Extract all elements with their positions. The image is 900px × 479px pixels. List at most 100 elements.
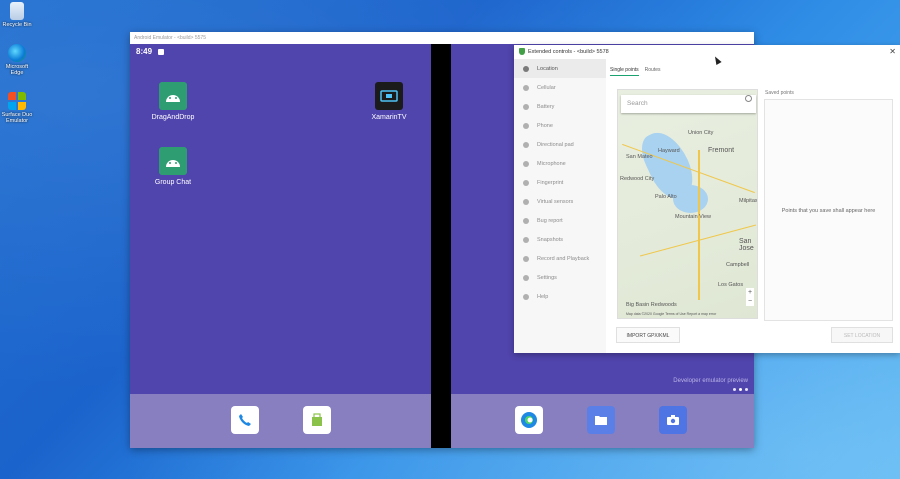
sidebar-item-label: Virtual sensors	[537, 198, 574, 205]
sidebar-item-label: Battery	[537, 103, 555, 110]
sidebar-item-directional-pad[interactable]: Directional pad	[514, 135, 606, 154]
sidebar-item-bug-report[interactable]: Bug report	[514, 211, 606, 230]
zoom-out-button[interactable]: −	[746, 297, 754, 306]
sidebar-item-virtual-sensors[interactable]: Virtual sensors	[514, 192, 606, 211]
cellular-icon	[523, 84, 529, 91]
saved-points-label: Saved points	[765, 90, 794, 96]
sidebar-item-label: Cellular	[537, 84, 556, 91]
windows-logo-icon	[8, 92, 26, 110]
phone-icon	[523, 122, 529, 129]
sidebar-item-snapshots[interactable]: Snapshots	[514, 230, 606, 249]
map-town: Redwood City	[620, 176, 655, 182]
store-icon[interactable]	[303, 406, 331, 434]
tab-single-points[interactable]: Single points	[610, 67, 639, 76]
sidebar-item-fingerprint[interactable]: Fingerprint	[514, 173, 606, 192]
edge-icon[interactable]	[515, 406, 543, 434]
sidebar-item-record-playback[interactable]: Record and Playback	[514, 249, 606, 268]
app-xamarintv[interactable]: XamarinTV	[359, 82, 419, 121]
left-dock	[130, 394, 431, 448]
status-time: 8:49	[136, 47, 153, 56]
map-town: Union City	[688, 130, 714, 136]
sidebar-item-settings[interactable]: Settings	[514, 268, 606, 287]
map[interactable]: Union City Fremont San Mateo Hayward Red…	[617, 89, 758, 319]
sidebar-item-label: Record and Playback	[537, 255, 590, 262]
bay-water	[673, 185, 708, 213]
map-town: Hayward	[658, 148, 680, 154]
app-label: XamarinTV	[371, 114, 407, 121]
close-icon[interactable]: ✕	[889, 47, 896, 56]
saved-points-list[interactable]: Points that you save shall appear here	[764, 99, 893, 321]
dpad-icon	[523, 141, 529, 148]
battery-icon	[523, 103, 529, 110]
location-tabs: Single points Routes	[610, 67, 660, 76]
sensors-icon	[523, 198, 529, 205]
sidebar-item-phone[interactable]: Phone	[514, 116, 606, 135]
left-screen[interactable]: 8:49 DragAndDrop Group Chat XamarinTV	[130, 44, 431, 448]
map-town: Fremont	[708, 147, 735, 154]
camera-icon[interactable]	[659, 406, 687, 434]
zoom-in-button[interactable]: +	[746, 288, 754, 297]
microphone-icon	[523, 160, 529, 167]
gear-icon	[523, 274, 529, 281]
sidebar-item-label: Fingerprint	[537, 179, 564, 186]
extended-controls-window: Extended controls - <build> 5578 ✕ Locat…	[514, 45, 900, 353]
map-town: Los Gatos	[718, 282, 744, 288]
sidebar-item-label: Bug report	[537, 217, 563, 224]
emulator-title[interactable]: Android Emulator - <build> 5575	[130, 32, 754, 44]
location-panel: Single points Routes Union City Fremont …	[606, 59, 900, 353]
notification-icon	[158, 49, 164, 55]
recycle-bin-icon	[10, 2, 24, 20]
sidebar-item-label: Location	[537, 65, 558, 72]
sidebar-item-label: Help	[537, 293, 549, 300]
extended-controls-title[interactable]: Extended controls - <build> 5578	[514, 45, 900, 59]
files-icon[interactable]	[587, 406, 615, 434]
set-location-button[interactable]: SET LOCATION	[831, 327, 893, 343]
sidebar-item-battery[interactable]: Battery	[514, 97, 606, 116]
map-search-input[interactable]: Search	[621, 95, 756, 113]
desktop-icon-emulator[interactable]: Surface Duo Emulator	[0, 92, 34, 124]
phone-icon[interactable]	[231, 406, 259, 434]
app-label: DragAndDrop	[151, 114, 195, 121]
sidebar: Location Cellular Battery Phone Directio…	[514, 59, 606, 353]
saved-points-empty: Points that you save shall appear here	[781, 208, 876, 214]
app-label: Group Chat	[154, 179, 192, 186]
sidebar-item-location[interactable]: Location	[514, 59, 606, 78]
sidebar-item-label: Phone	[537, 122, 553, 129]
tab-routes[interactable]: Routes	[645, 67, 661, 76]
desktop-icon-edge[interactable]: Microsoft Edge	[0, 44, 34, 76]
hinge	[431, 44, 451, 448]
edge-icon	[8, 44, 26, 62]
map-town: Milpitas	[739, 198, 758, 204]
fingerprint-icon	[523, 179, 529, 186]
map-town: Palo Alto	[655, 194, 677, 200]
import-gpx-kml-button[interactable]: IMPORT GPX/KML	[616, 327, 680, 343]
android-icon	[159, 82, 187, 110]
help-icon	[523, 293, 529, 300]
map-town: Campbell	[726, 262, 750, 268]
desktop-icon-recycle-bin[interactable]: Recycle Bin	[0, 2, 34, 28]
sidebar-item-label: Directional pad	[537, 141, 574, 148]
search-icon[interactable]	[745, 95, 752, 102]
shield-icon	[519, 48, 525, 55]
map-town: San Jose	[739, 238, 754, 252]
desktop-icon-label: Surface Duo Emulator	[1, 112, 33, 124]
tv-icon	[375, 82, 403, 110]
sidebar-item-label: Settings	[537, 274, 557, 281]
record-icon	[523, 255, 529, 262]
map-town: Mountain View	[675, 214, 711, 220]
title-text: Extended controls - <build> 5578	[528, 49, 609, 55]
developer-preview-text: Developer emulator preview	[673, 378, 748, 384]
sidebar-item-label: Microphone	[537, 160, 566, 167]
sidebar-item-microphone[interactable]: Microphone	[514, 154, 606, 173]
app-draganddrop[interactable]: DragAndDrop	[143, 82, 203, 121]
sidebar-item-help[interactable]: Help	[514, 287, 606, 306]
location-icon	[523, 65, 529, 72]
sidebar-item-cellular[interactable]: Cellular	[514, 78, 606, 97]
app-group-chat[interactable]: Group Chat	[143, 147, 203, 186]
android-icon	[159, 147, 187, 175]
zoom-controls: + −	[746, 288, 754, 306]
road	[698, 150, 700, 300]
map-footer: Map data ©2020 Google Terms of Use Repor…	[626, 312, 717, 316]
bug-icon	[523, 217, 529, 224]
page-indicator	[733, 388, 748, 391]
